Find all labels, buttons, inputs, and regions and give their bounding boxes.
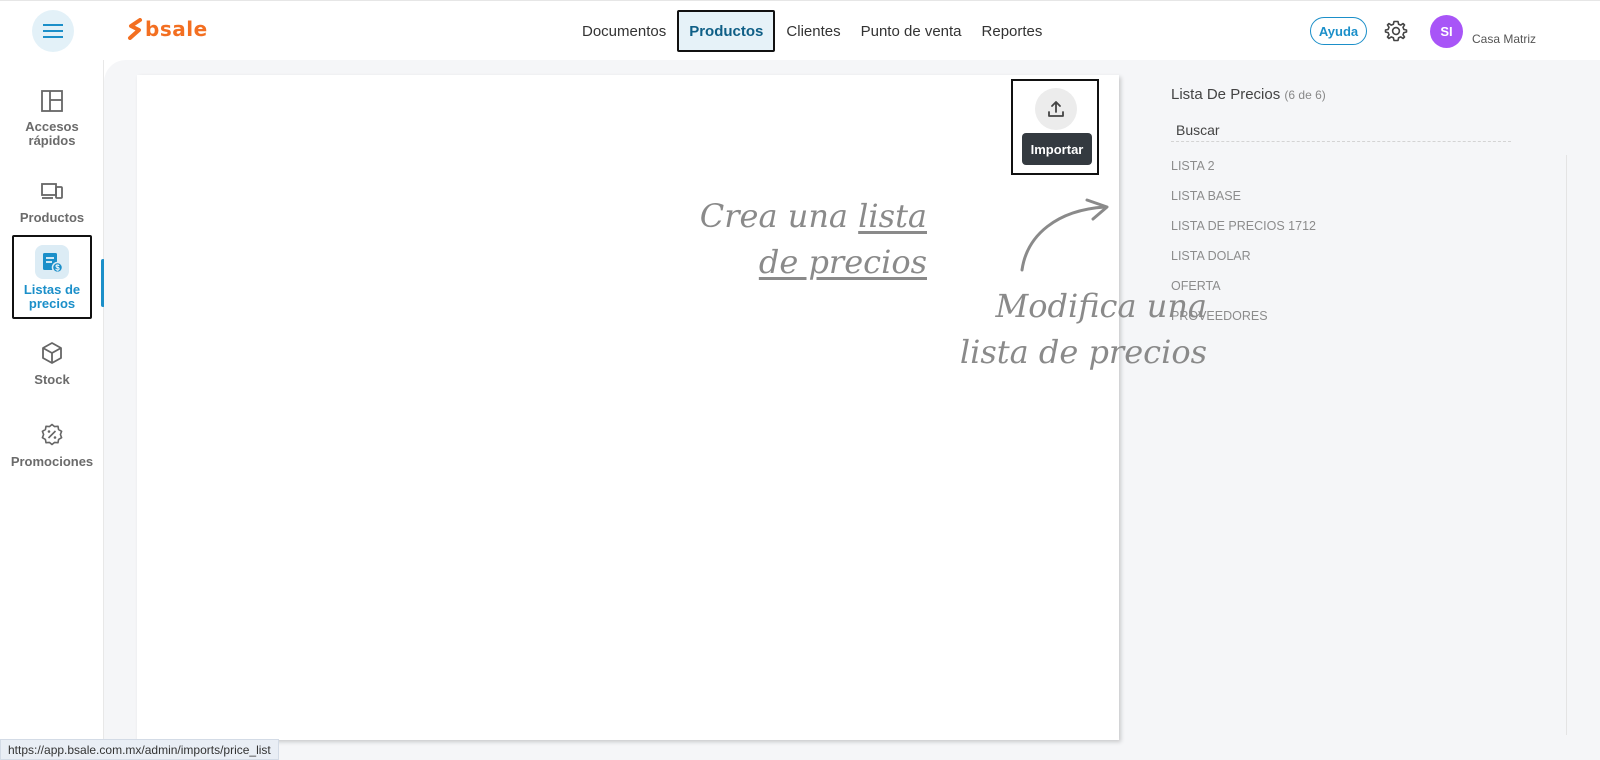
avatar[interactable]: SI: [1430, 15, 1463, 48]
help-button[interactable]: Ayuda: [1310, 17, 1367, 45]
svg-text:$: $: [55, 264, 60, 273]
price-list-list: LISTA 2 LISTA BASE LISTA DE PRECIOS 1712…: [1171, 158, 1316, 338]
box-icon: [42, 342, 62, 364]
import-tooltip: Importar: [1022, 133, 1092, 165]
import-button-group[interactable]: Importar: [1011, 79, 1099, 175]
gear-icon[interactable]: [1384, 19, 1408, 43]
sidebar-item-promociones[interactable]: Promociones: [0, 422, 104, 469]
sidebar-item-label: Productos: [19, 210, 85, 225]
nav-documentos[interactable]: Documentos: [572, 10, 676, 52]
panel-scroll-divider: [1566, 155, 1567, 735]
price-list-icon: $: [43, 253, 64, 274]
curved-arrow-icon: [1020, 198, 1109, 272]
list-item[interactable]: PROVEEDORES: [1171, 308, 1316, 338]
hamburger-menu-button[interactable]: [32, 10, 74, 52]
create-price-list-hint: Crea una lista de precios: [557, 193, 927, 285]
logo-text: bsale: [145, 17, 208, 41]
sidebar-item-accesos-rapidos[interactable]: Accesos rápidos: [0, 88, 104, 148]
nav-clientes[interactable]: Clientes: [776, 10, 850, 52]
top-bar: bsale Documentos Productos Clientes Punt…: [0, 0, 1600, 60]
main-area: Importar Crea una lista de precios Modif…: [104, 60, 1600, 760]
devices-icon: [41, 183, 63, 199]
nav-productos[interactable]: Productos: [677, 10, 776, 52]
panel-title-text: Lista De Precios: [1171, 86, 1281, 103]
list-item[interactable]: LISTA DE PRECIOS 1712: [1171, 218, 1316, 248]
layout-icon: [41, 90, 63, 112]
logo[interactable]: bsale: [127, 17, 208, 41]
list-item[interactable]: LISTA DOLAR: [1171, 248, 1316, 278]
search-input[interactable]: [1171, 118, 1511, 142]
main-nav: Documentos Productos Clientes Punto de v…: [572, 9, 1052, 53]
sidebar: Accesos rápidos Productos $ Listas de pr…: [0, 60, 105, 760]
sidebar-item-listas-de-precios[interactable]: $ Listas de precios: [12, 235, 92, 319]
price-list-canvas: Importar Crea una lista de precios Modif…: [137, 75, 1207, 740]
sidebar-item-productos[interactable]: Productos: [0, 178, 104, 225]
list-item[interactable]: OFERTA: [1171, 278, 1316, 308]
import-button[interactable]: [1035, 88, 1077, 130]
nav-reportes[interactable]: Reportes: [972, 10, 1053, 52]
hamburger-icon: [43, 24, 63, 38]
discount-badge-icon: [41, 423, 63, 446]
list-item[interactable]: LISTA 2: [1171, 158, 1316, 188]
bsale-logo-icon: [128, 18, 142, 40]
sidebar-item-label: Promociones: [10, 454, 94, 469]
sidebar-item-label: Accesos rápidos: [25, 119, 79, 148]
branch-name[interactable]: Casa Matriz: [1472, 32, 1536, 46]
create-price-list-link-2[interactable]: de precios: [759, 243, 927, 281]
status-url-bar: https://app.bsale.com.mx/admin/imports/p…: [0, 739, 279, 760]
active-icon-bg: $: [35, 245, 69, 279]
hint-text: lista de precios: [959, 333, 1207, 371]
create-price-list-link[interactable]: lista: [858, 197, 927, 235]
hint-text: Crea una: [699, 197, 848, 235]
sidebar-item-label: Stock: [34, 372, 70, 387]
upload-icon: [1048, 101, 1064, 117]
sidebar-item-stock[interactable]: Stock: [0, 340, 104, 387]
panel-title: Lista De Precios (6 de 6): [1171, 86, 1326, 103]
nav-punto-de-venta[interactable]: Punto de venta: [851, 10, 972, 52]
modify-price-list-hint: Modifica una lista de precios: [797, 283, 1207, 375]
sidebar-item-label: Listas de precios: [23, 282, 81, 311]
list-item[interactable]: LISTA BASE: [1171, 188, 1316, 218]
list-count: (6 de 6): [1284, 88, 1326, 102]
